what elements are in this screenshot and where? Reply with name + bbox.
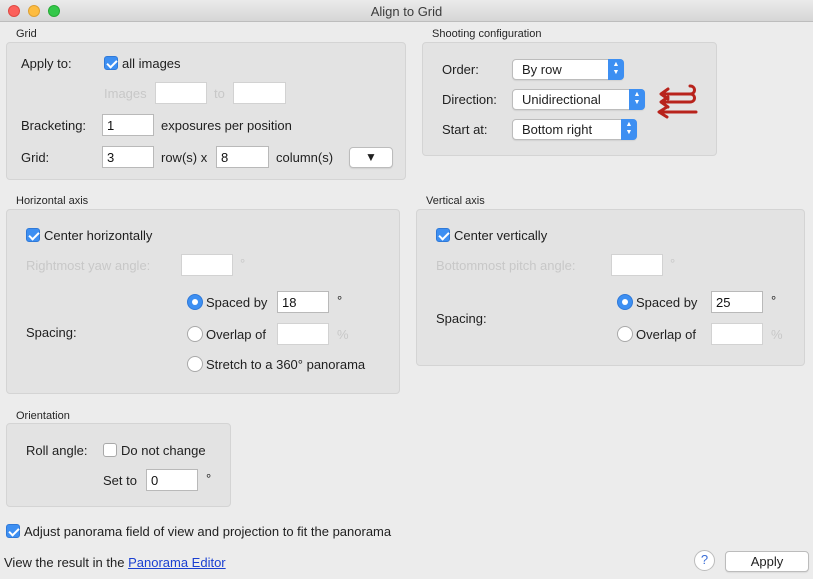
rightmost-yaw-input[interactable]: [181, 254, 233, 276]
h-overlap-unit: %: [337, 327, 349, 342]
help-button[interactable]: ?: [694, 550, 715, 571]
center-vertically-label[interactable]: Center vertically: [454, 228, 547, 243]
apply-to-label: Apply to:: [21, 56, 72, 71]
h-stretch-radio[interactable]: [187, 356, 203, 372]
center-vertically-checkbox[interactable]: [436, 228, 450, 242]
shooting-section-label: Shooting configuration: [432, 28, 542, 40]
updown-chevron-icon: ▲ ▼: [608, 59, 624, 80]
shooting-pattern-arrows-icon: [657, 84, 698, 119]
h-spaced-by-radio[interactable]: [187, 294, 203, 310]
updown-chevron-icon: ▲ ▼: [629, 89, 645, 110]
rows-input[interactable]: [102, 146, 154, 168]
order-popup[interactable]: By row ▲ ▼: [512, 59, 624, 80]
v-overlap-input[interactable]: [711, 323, 763, 345]
all-images-checkbox[interactable]: [104, 56, 118, 70]
v-spaced-by-input[interactable]: [711, 291, 763, 313]
do-not-change-label[interactable]: Do not change: [121, 443, 206, 458]
rightmost-yaw-unit: °: [240, 256, 246, 271]
v-spacing-label: Spacing:: [436, 311, 487, 326]
set-to-label: Set to: [103, 473, 137, 488]
horizontal-section-label: Horizontal axis: [16, 195, 89, 207]
triangle-down-icon: ▼: [365, 150, 377, 164]
h-spaced-by-label[interactable]: Spaced by: [206, 295, 267, 310]
rightmost-yaw-label: Rightmost yaw angle:: [26, 258, 151, 273]
h-overlap-input[interactable]: [277, 323, 329, 345]
h-spaced-unit: °: [337, 293, 343, 308]
v-overlap-label[interactable]: Overlap of: [636, 327, 696, 342]
all-images-label[interactable]: all images: [122, 56, 181, 71]
grid-label: Grid:: [21, 150, 50, 165]
bracketing-label: Bracketing:: [21, 118, 87, 133]
images-label: Images: [104, 86, 147, 101]
h-overlap-radio[interactable]: [187, 326, 203, 342]
grid-section-label: Grid: [16, 28, 37, 40]
h-spaced-by-input[interactable]: [277, 291, 329, 313]
adjust-fov-label[interactable]: Adjust panorama field of view and projec…: [24, 524, 391, 539]
rows-label: row(s) x: [161, 150, 208, 165]
view-result-text: View the result in the Panorama Editor: [4, 555, 226, 570]
set-to-unit: °: [206, 471, 212, 486]
images-from-input[interactable]: [155, 82, 207, 104]
orientation-box: [6, 423, 231, 507]
bracketing-input[interactable]: [102, 114, 154, 136]
direction-label: Direction:: [442, 92, 497, 107]
updown-chevron-icon: ▲ ▼: [621, 119, 637, 140]
window-title: Align to Grid: [370, 4, 443, 19]
center-horizontally-label[interactable]: Center horizontally: [44, 228, 152, 243]
orientation-section-label: Orientation: [16, 410, 70, 422]
h-overlap-label[interactable]: Overlap of: [206, 327, 266, 342]
order-label: Order:: [442, 62, 479, 77]
v-spaced-unit: °: [771, 293, 777, 308]
set-to-input[interactable]: [146, 469, 198, 491]
vertical-section-label: Vertical axis: [426, 195, 485, 207]
bottommost-pitch-unit: °: [670, 256, 676, 271]
columns-input[interactable]: [216, 146, 269, 168]
start-at-popup[interactable]: Bottom right ▲ ▼: [512, 119, 637, 140]
v-spaced-by-label[interactable]: Spaced by: [636, 295, 697, 310]
do-not-change-checkbox[interactable]: [103, 443, 117, 457]
start-at-label: Start at:: [442, 122, 488, 137]
roll-angle-label: Roll angle:: [26, 443, 88, 458]
h-stretch-label[interactable]: Stretch to a 360° panorama: [206, 357, 365, 372]
images-to-label: to: [214, 86, 225, 101]
bottommost-pitch-label: Bottommost pitch angle:: [436, 258, 576, 273]
panorama-editor-link[interactable]: Panorama Editor: [128, 555, 226, 570]
direction-popup[interactable]: Unidirectional ▲ ▼: [512, 89, 645, 110]
images-to-input[interactable]: [233, 82, 286, 104]
v-overlap-unit: %: [771, 327, 783, 342]
apply-button[interactable]: Apply: [725, 551, 809, 572]
v-spaced-by-radio[interactable]: [617, 294, 633, 310]
v-overlap-radio[interactable]: [617, 326, 633, 342]
question-mark-icon: ?: [700, 552, 709, 567]
exposures-label: exposures per position: [161, 118, 292, 133]
grid-menu-button[interactable]: ▼: [349, 147, 393, 168]
adjust-fov-checkbox[interactable]: [6, 524, 20, 538]
center-horizontally-checkbox[interactable]: [26, 228, 40, 242]
h-spacing-label: Spacing:: [26, 325, 77, 340]
bottommost-pitch-input[interactable]: [611, 254, 663, 276]
columns-label: column(s): [276, 150, 334, 165]
